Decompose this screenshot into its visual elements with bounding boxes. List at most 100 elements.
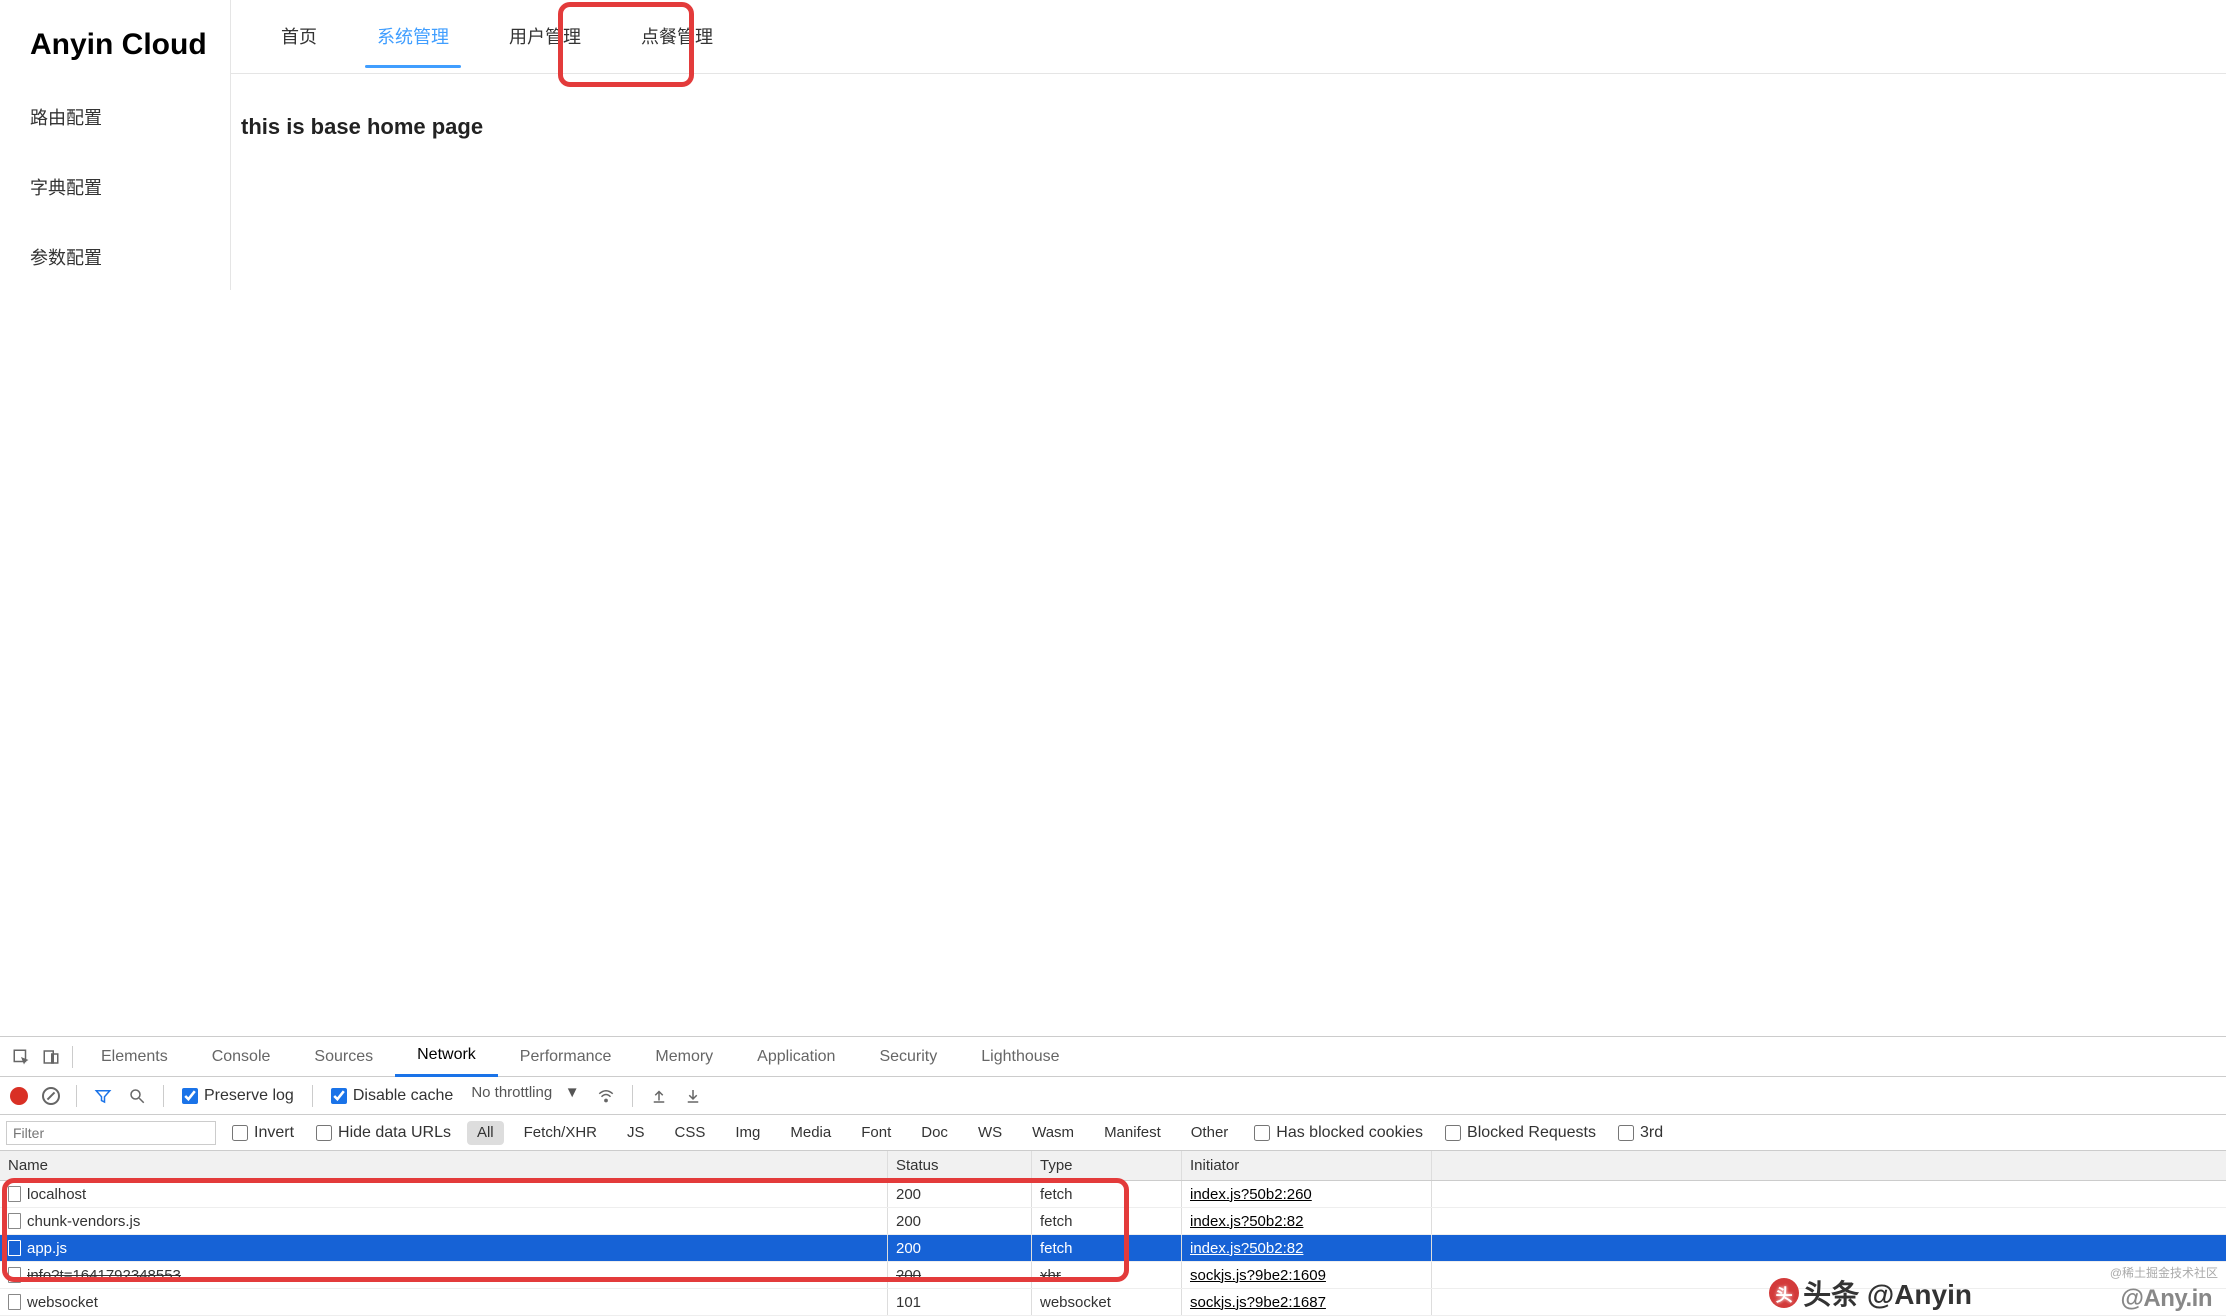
- row-initiator-link[interactable]: index.js?50b2:82: [1190, 1240, 1303, 1257]
- page-content-text: this is base home page: [231, 74, 2226, 140]
- app-logo: Anyin Cloud: [0, 0, 230, 82]
- row-type: fetch: [1040, 1186, 1073, 1203]
- devtools-tab-console[interactable]: Console: [190, 1037, 293, 1077]
- row-status: 200: [896, 1213, 921, 1230]
- row-name: localhost: [27, 1186, 86, 1203]
- sidebar-item-dict[interactable]: 字典配置: [0, 152, 230, 222]
- row-name: app.js: [27, 1240, 67, 1257]
- row-type: websocket: [1040, 1294, 1111, 1311]
- row-status: 200: [896, 1186, 921, 1203]
- devtools-tab-lighthouse[interactable]: Lighthouse: [959, 1037, 1081, 1077]
- header-type[interactable]: Type: [1032, 1151, 1182, 1180]
- file-icon: [8, 1186, 21, 1202]
- third-party-checkbox[interactable]: 3rd: [1612, 1124, 1669, 1142]
- wifi-icon[interactable]: [592, 1087, 620, 1105]
- devtools-tab-memory[interactable]: Memory: [633, 1037, 735, 1077]
- sidebar: Anyin Cloud 路由配置 字典配置 参数配置: [0, 0, 231, 290]
- sidebar-items: 路由配置 字典配置 参数配置: [0, 82, 230, 292]
- file-icon: [8, 1240, 21, 1256]
- tab-system[interactable]: 系统管理: [347, 0, 479, 74]
- watermark-left: 头 头条 @Anyin: [1769, 1273, 1972, 1313]
- file-icon: [8, 1294, 21, 1310]
- row-type: fetch: [1040, 1240, 1073, 1257]
- disable-cache-checkbox[interactable]: Disable cache: [325, 1087, 460, 1105]
- header-name[interactable]: Name: [0, 1151, 888, 1180]
- watermark-right: @Any.in: [2121, 1285, 2212, 1313]
- inspect-icon[interactable]: [6, 1042, 36, 1072]
- row-status: 200: [896, 1267, 921, 1284]
- table-row[interactable]: chunk-vendors.js 200 fetch index.js?50b2…: [0, 1208, 2226, 1235]
- table-row[interactable]: app.js 200 fetch index.js?50b2:82: [0, 1235, 2226, 1262]
- sidebar-item-param[interactable]: 参数配置: [0, 222, 230, 292]
- blocked-requests-checkbox[interactable]: Blocked Requests: [1439, 1124, 1602, 1142]
- blocked-cookies-checkbox[interactable]: Has blocked cookies: [1248, 1124, 1429, 1142]
- hide-urls-checkbox[interactable]: Hide data URLs: [310, 1124, 457, 1142]
- main-area: 首页 系统管理 用户管理 点餐管理 this is base home page: [231, 0, 2226, 290]
- type-css[interactable]: CSS: [665, 1121, 716, 1145]
- tab-order[interactable]: 点餐管理: [611, 0, 743, 74]
- tab-home[interactable]: 首页: [251, 0, 347, 74]
- row-status: 101: [896, 1294, 921, 1311]
- row-name: chunk-vendors.js: [27, 1213, 140, 1230]
- device-toggle-icon[interactable]: [36, 1042, 66, 1072]
- blocked-cookies-label: Has blocked cookies: [1276, 1124, 1423, 1142]
- type-ws[interactable]: WS: [968, 1121, 1012, 1145]
- app-area: Anyin Cloud 路由配置 字典配置 参数配置 首页 系统管理 用户管理 …: [0, 0, 2226, 290]
- clear-button[interactable]: [42, 1087, 60, 1105]
- row-status: 200: [896, 1240, 921, 1257]
- blocked-requests-label: Blocked Requests: [1467, 1124, 1596, 1142]
- sidebar-item-route[interactable]: 路由配置: [0, 82, 230, 152]
- header-status[interactable]: Status: [888, 1151, 1032, 1180]
- filter-input[interactable]: [6, 1121, 216, 1145]
- type-other[interactable]: Other: [1181, 1121, 1239, 1145]
- hide-urls-label: Hide data URLs: [338, 1124, 451, 1142]
- devtools-tab-sources[interactable]: Sources: [292, 1037, 395, 1077]
- download-icon[interactable]: [679, 1087, 707, 1105]
- row-initiator-link[interactable]: index.js?50b2:82: [1190, 1213, 1303, 1230]
- devtools-tabbar: Elements Console Sources Network Perform…: [0, 1037, 2226, 1077]
- third-party-label: 3rd: [1640, 1124, 1663, 1142]
- devtools-tab-elements[interactable]: Elements: [79, 1037, 190, 1077]
- watermark-dot-icon: 头: [1769, 1278, 1799, 1308]
- invert-checkbox[interactable]: Invert: [226, 1124, 300, 1142]
- row-type: xhr: [1040, 1267, 1061, 1284]
- type-js[interactable]: JS: [617, 1121, 655, 1145]
- filter-icon[interactable]: [89, 1087, 117, 1105]
- devtools: Elements Console Sources Network Perform…: [0, 1036, 2226, 1316]
- upload-icon[interactable]: [645, 1087, 673, 1105]
- devtools-tab-network[interactable]: Network: [395, 1037, 498, 1077]
- row-initiator-link[interactable]: sockjs.js?9be2:1687: [1190, 1294, 1326, 1311]
- table-row[interactable]: localhost 200 fetch index.js?50b2:260: [0, 1181, 2226, 1208]
- type-font[interactable]: Font: [851, 1121, 901, 1145]
- devtools-tab-security[interactable]: Security: [857, 1037, 959, 1077]
- record-button[interactable]: [10, 1087, 28, 1105]
- network-toolbar: Preserve log Disable cache No throttling…: [0, 1077, 2226, 1115]
- file-icon: [8, 1213, 21, 1229]
- header-initiator[interactable]: Initiator: [1182, 1151, 1432, 1180]
- type-doc[interactable]: Doc: [911, 1121, 958, 1145]
- preserve-log-label: Preserve log: [204, 1087, 294, 1105]
- row-initiator-link[interactable]: index.js?50b2:260: [1190, 1186, 1312, 1203]
- throttling-select[interactable]: No throttling ▼: [465, 1084, 585, 1108]
- row-name: info?t=1641792348553: [27, 1267, 181, 1284]
- type-media[interactable]: Media: [780, 1121, 841, 1145]
- row-type: fetch: [1040, 1213, 1073, 1230]
- tabs-row: 首页 系统管理 用户管理 点餐管理: [231, 0, 2226, 74]
- preserve-log-checkbox[interactable]: Preserve log: [176, 1087, 300, 1105]
- row-initiator-link[interactable]: sockjs.js?9be2:1609: [1190, 1267, 1326, 1284]
- search-icon[interactable]: [123, 1087, 151, 1105]
- type-all[interactable]: All: [467, 1121, 504, 1145]
- type-manifest[interactable]: Manifest: [1094, 1121, 1171, 1145]
- network-table-header: Name Status Type Initiator: [0, 1151, 2226, 1181]
- type-fetch-xhr[interactable]: Fetch/XHR: [514, 1121, 607, 1145]
- row-name: websocket: [27, 1294, 98, 1311]
- tab-user[interactable]: 用户管理: [479, 0, 611, 74]
- disable-cache-label: Disable cache: [353, 1087, 454, 1105]
- devtools-tab-application[interactable]: Application: [735, 1037, 857, 1077]
- type-wasm[interactable]: Wasm: [1022, 1121, 1084, 1145]
- invert-label: Invert: [254, 1124, 294, 1142]
- type-img[interactable]: Img: [725, 1121, 770, 1145]
- network-filterbar: Invert Hide data URLs All Fetch/XHR JS C…: [0, 1115, 2226, 1151]
- devtools-tab-performance[interactable]: Performance: [498, 1037, 634, 1077]
- watermark-right-small-1: @稀土掘金技术社区: [2110, 1264, 2218, 1281]
